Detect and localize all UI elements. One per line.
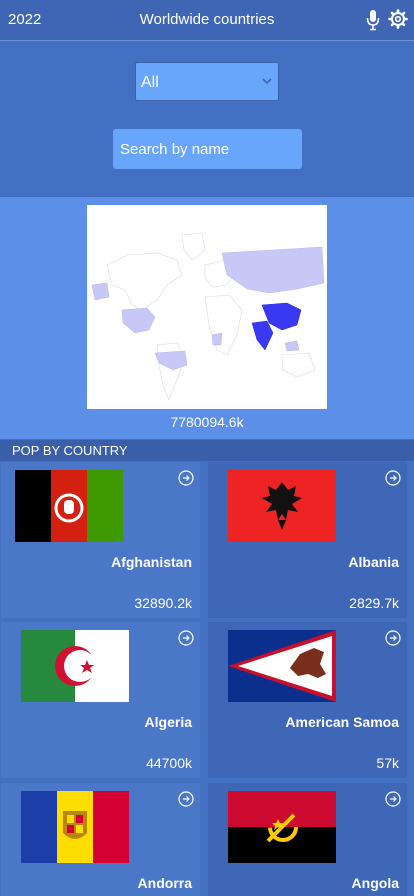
country-name: Algeria: [144, 714, 192, 730]
map-section: 7780094.6k: [0, 197, 414, 439]
search-placeholder: Search by name: [120, 141, 230, 158]
arrow-right-icon[interactable]: [178, 630, 194, 646]
arrow-right-icon[interactable]: [178, 791, 194, 807]
world-map-graphic: [91, 232, 325, 401]
country-card[interactable]: Afghanistan 32890.2k: [1, 462, 200, 618]
american-samoa-flag-icon: [228, 630, 336, 702]
arrow-right-icon[interactable]: [385, 791, 401, 807]
country-card[interactable]: Algeria 44700k: [1, 622, 200, 778]
world-population-total: 7780094.6k: [170, 414, 244, 430]
algeria-flag-icon: [21, 630, 129, 702]
region-select[interactable]: All: [135, 62, 279, 101]
region-select-value: All: [141, 74, 159, 91]
country-card[interactable]: Angola: [208, 783, 407, 896]
country-population: 44700k: [146, 755, 192, 771]
arrow-right-icon[interactable]: [385, 470, 401, 486]
chevron-down-icon: [262, 78, 272, 85]
albania-flag-icon: [228, 470, 336, 542]
country-population: 57k: [376, 755, 399, 771]
arrow-right-icon[interactable]: [385, 630, 401, 646]
country-name: American Samoa: [285, 714, 399, 730]
country-population: 2829.7k: [349, 595, 399, 611]
pop-section-header: POP BY COUNTRY: [0, 440, 414, 461]
mic-icon[interactable]: [366, 9, 380, 31]
country-name: Angola: [351, 875, 399, 891]
country-name: Andorra: [137, 875, 192, 891]
angola-flag-icon: [228, 791, 336, 863]
country-card[interactable]: Albania 2829.7k: [208, 462, 407, 618]
arrow-right-icon[interactable]: [178, 470, 194, 486]
country-card[interactable]: American Samoa 57k: [208, 622, 407, 778]
search-input[interactable]: Search by name: [113, 129, 302, 169]
country-population: 32890.2k: [134, 595, 192, 611]
country-card[interactable]: Andorra: [1, 783, 200, 896]
page-title: Worldwide countries: [139, 11, 275, 28]
country-name: Afghanistan: [111, 554, 192, 570]
afghanistan-flag-icon: [15, 470, 123, 542]
andorra-flag-icon: [21, 791, 129, 863]
gear-icon[interactable]: [388, 9, 408, 29]
app-header: 2022 Worldwide countries: [0, 0, 414, 41]
pop-section-title: POP BY COUNTRY: [12, 443, 128, 458]
country-name: Albania: [348, 554, 399, 570]
world-map[interactable]: [87, 205, 327, 409]
